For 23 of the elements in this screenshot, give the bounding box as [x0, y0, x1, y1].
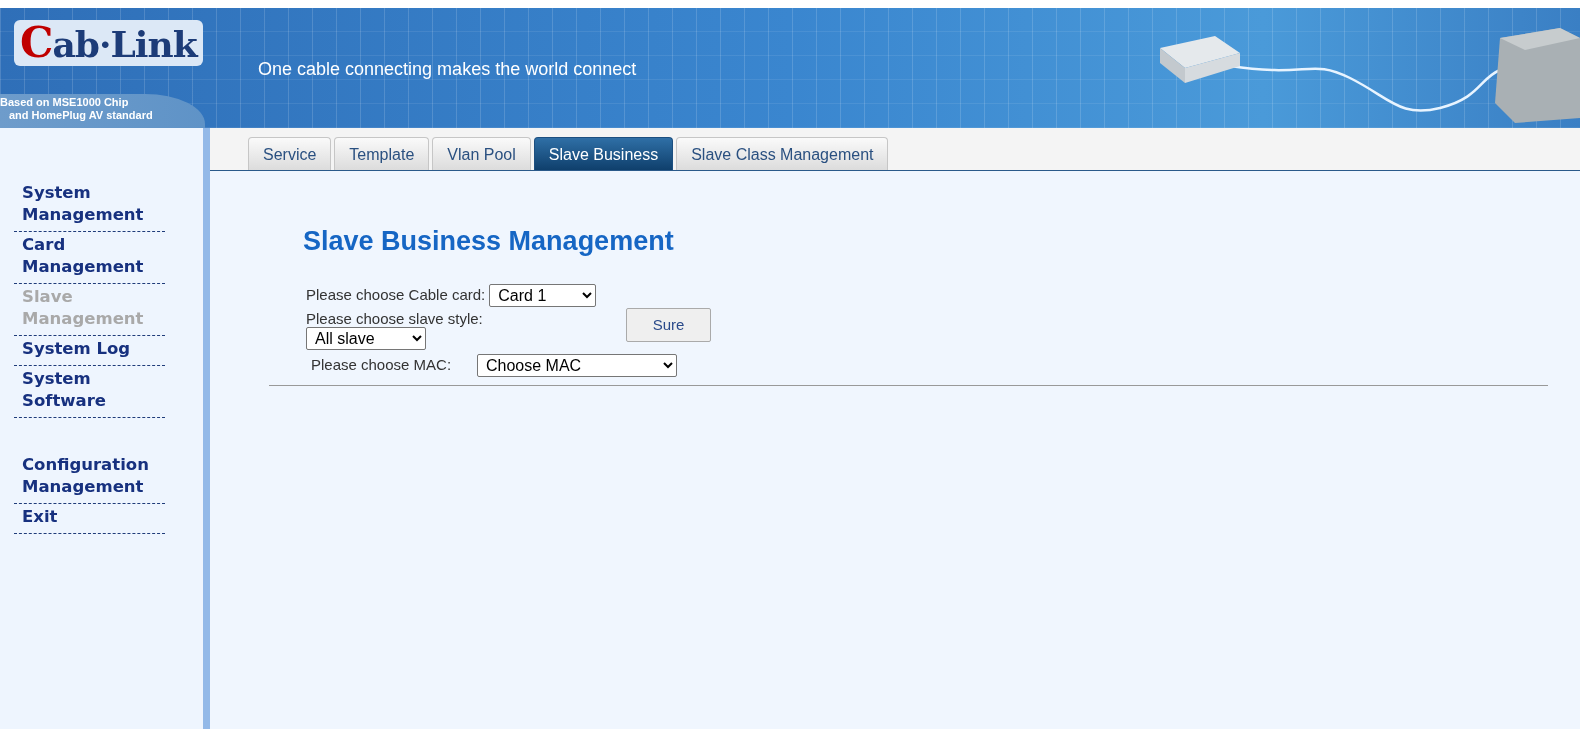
card-select[interactable]: Card 1	[489, 283, 597, 307]
logo: Cab·Link	[14, 20, 203, 66]
sidebar-item[interactable]: Configuration Management	[14, 452, 165, 504]
subtitle-text: Based on MSE1000 Chip	[0, 96, 129, 109]
tab[interactable]: Slave Business	[533, 137, 674, 170]
field-label: Please choose MAC:	[311, 355, 453, 376]
sidebar-item[interactable]: System Log	[14, 336, 165, 366]
field-label: Please choose Cable card:	[306, 284, 486, 305]
sidebar-item[interactable]: Exit	[14, 504, 165, 534]
tab[interactable]: Vlan Pool	[432, 137, 531, 170]
page-title: Slave Business Management	[303, 225, 675, 258]
tab[interactable]: Template	[334, 137, 430, 170]
field-label: Please choose slave style:	[306, 310, 484, 327]
slave-style-select[interactable]: All slave	[306, 326, 426, 350]
sure-button[interactable]: Sure	[626, 307, 711, 342]
mac-select[interactable]: Choose MAC	[477, 354, 677, 377]
subtitle-text: and HomePlug AV standard	[8, 109, 153, 122]
sidebar-item[interactable]: System Software	[14, 366, 165, 418]
tab[interactable]: Slave Class Management	[676, 137, 889, 170]
slogan: One cable connecting makes the world connect	[258, 58, 637, 81]
sidebar-item[interactable]: Card Management	[14, 232, 165, 284]
sidebar-item[interactable]: System Management	[14, 180, 165, 232]
tab[interactable]: Service	[248, 137, 332, 170]
